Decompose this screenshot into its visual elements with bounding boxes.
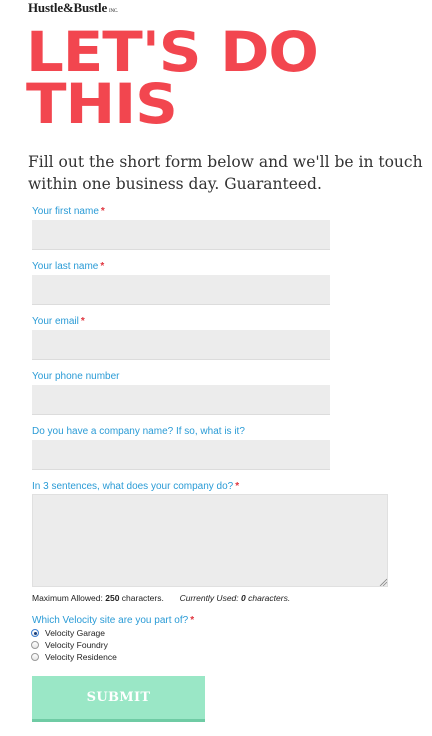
last-name-input[interactable]: [32, 275, 330, 305]
required-marker: *: [80, 316, 85, 327]
brand-name: Hustle&Bustle: [28, 0, 108, 15]
first-name-input[interactable]: [32, 220, 330, 250]
company-label: Do you have a company name? If so, what …: [32, 426, 245, 437]
required-marker: *: [100, 206, 105, 217]
company-input[interactable]: [32, 440, 330, 470]
first-name-label-text: Your first name: [32, 206, 99, 217]
radio-label: Velocity Garage: [45, 628, 106, 638]
email-label-text: Your email: [32, 316, 79, 327]
radio-option-velocity-residence[interactable]: Velocity Residence: [31, 652, 117, 662]
radio-label: Velocity Residence: [45, 652, 117, 662]
radio-option-velocity-garage[interactable]: Velocity Garage: [31, 628, 105, 638]
intro-text: Fill out the short form below and we'll …: [28, 153, 423, 193]
submit-button[interactable]: SUBMIT: [32, 676, 205, 722]
currently-used-unit: characters.: [248, 593, 291, 603]
phone-label: Your phone number: [32, 371, 119, 382]
currently-used-value: 0: [241, 593, 246, 603]
required-marker: *: [100, 261, 105, 272]
currently-used-label: Currently Used:: [179, 593, 239, 603]
description-label: In 3 sentences, what does your company d…: [32, 481, 239, 492]
first-name-label: Your first name *: [32, 206, 105, 217]
character-counter: Maximum Allowed: 250 characters. Current…: [32, 593, 290, 603]
radio-label: Velocity Foundry: [45, 640, 108, 650]
brand-suffix: INC.: [109, 9, 119, 14]
max-allowed-value: 250: [105, 593, 120, 603]
headline-line-1: LET'S DO: [26, 20, 319, 84]
last-name-label-text: Your last name: [32, 261, 99, 272]
brand-logo[interactable]: Hustle&Bustle INC.: [28, 0, 118, 16]
description-label-text: In 3 sentences, what does your company d…: [32, 481, 234, 492]
required-marker: *: [235, 481, 240, 492]
radio-unchecked-icon[interactable]: [31, 653, 39, 661]
email-label: Your email *: [32, 316, 85, 327]
site-label: Which Velocity site are you part of? *: [32, 615, 194, 626]
resize-grip-icon[interactable]: [379, 578, 387, 586]
phone-input[interactable]: [32, 385, 330, 415]
radio-option-velocity-foundry[interactable]: Velocity Foundry: [31, 640, 108, 650]
last-name-label: Your last name *: [32, 261, 104, 272]
max-allowed-unit: characters.: [121, 593, 164, 603]
description-textarea[interactable]: [32, 494, 388, 587]
site-label-text: Which Velocity site are you part of?: [32, 615, 189, 626]
phone-label-text: Your phone number: [32, 371, 120, 382]
headline-line-2: THIS: [26, 72, 178, 136]
company-label-text: Do you have a company name? If so, what …: [32, 426, 245, 437]
radio-checked-icon[interactable]: [31, 629, 39, 637]
email-input[interactable]: [32, 330, 330, 360]
radio-unchecked-icon[interactable]: [31, 641, 39, 649]
required-marker: *: [190, 615, 195, 626]
max-allowed-label: Maximum Allowed:: [32, 593, 103, 603]
page-headline: LET'S DO THIS: [26, 20, 432, 136]
